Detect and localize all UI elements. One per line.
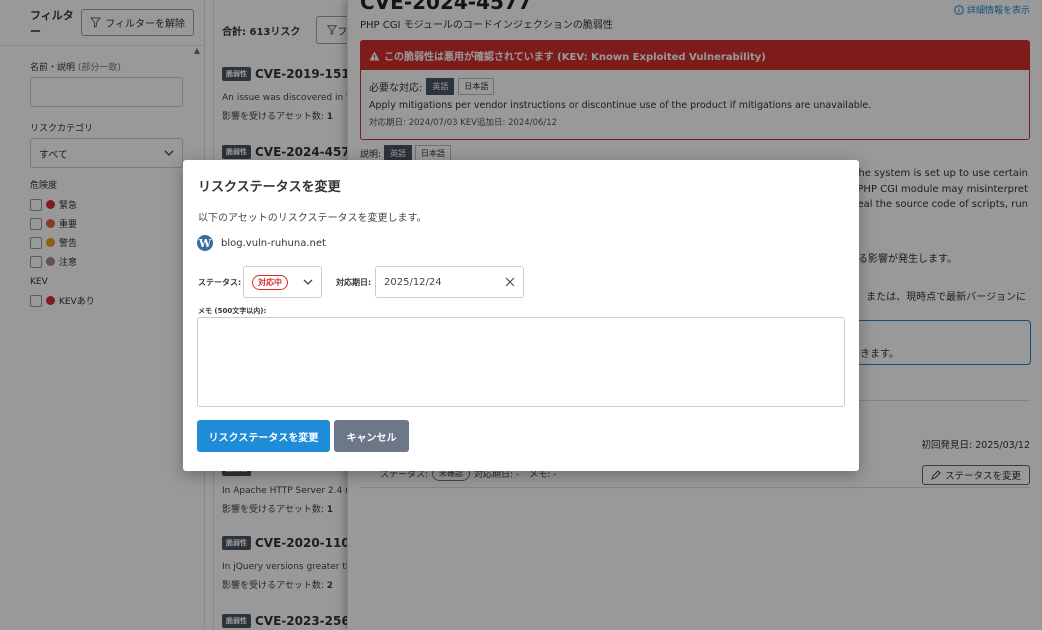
status-value-pill: 対応中: [252, 274, 288, 290]
asset-name: blog.vuln-ruhuna.net: [221, 237, 326, 249]
status-label: ステータス:: [198, 278, 242, 287]
memo-textarea[interactable]: [197, 317, 845, 407]
due-date-input[interactable]: 2025/12/24: [375, 266, 524, 298]
due-date-label: 対応期日:: [336, 278, 372, 287]
wordpress-icon: W: [197, 235, 213, 251]
status-select[interactable]: 対応中: [243, 266, 322, 298]
dialog-description: 以下のアセットのリスクステータスを変更します。: [198, 213, 427, 224]
change-risk-status-dialog: リスクステータスを変更 以下のアセットのリスクステータスを変更します。 W bl…: [183, 160, 859, 471]
dialog-title: リスクステータスを変更: [198, 180, 341, 195]
asset-row: W blog.vuln-ruhuna.net: [197, 235, 326, 251]
clear-icon[interactable]: [505, 277, 515, 287]
memo-label: メモ (500文字以内):: [198, 307, 267, 315]
due-date-value: 2025/12/24: [384, 276, 442, 288]
cancel-button[interactable]: キャンセル: [334, 420, 409, 452]
submit-status-button[interactable]: リスクステータスを変更: [197, 420, 330, 452]
chevron-down-icon: [303, 279, 313, 285]
